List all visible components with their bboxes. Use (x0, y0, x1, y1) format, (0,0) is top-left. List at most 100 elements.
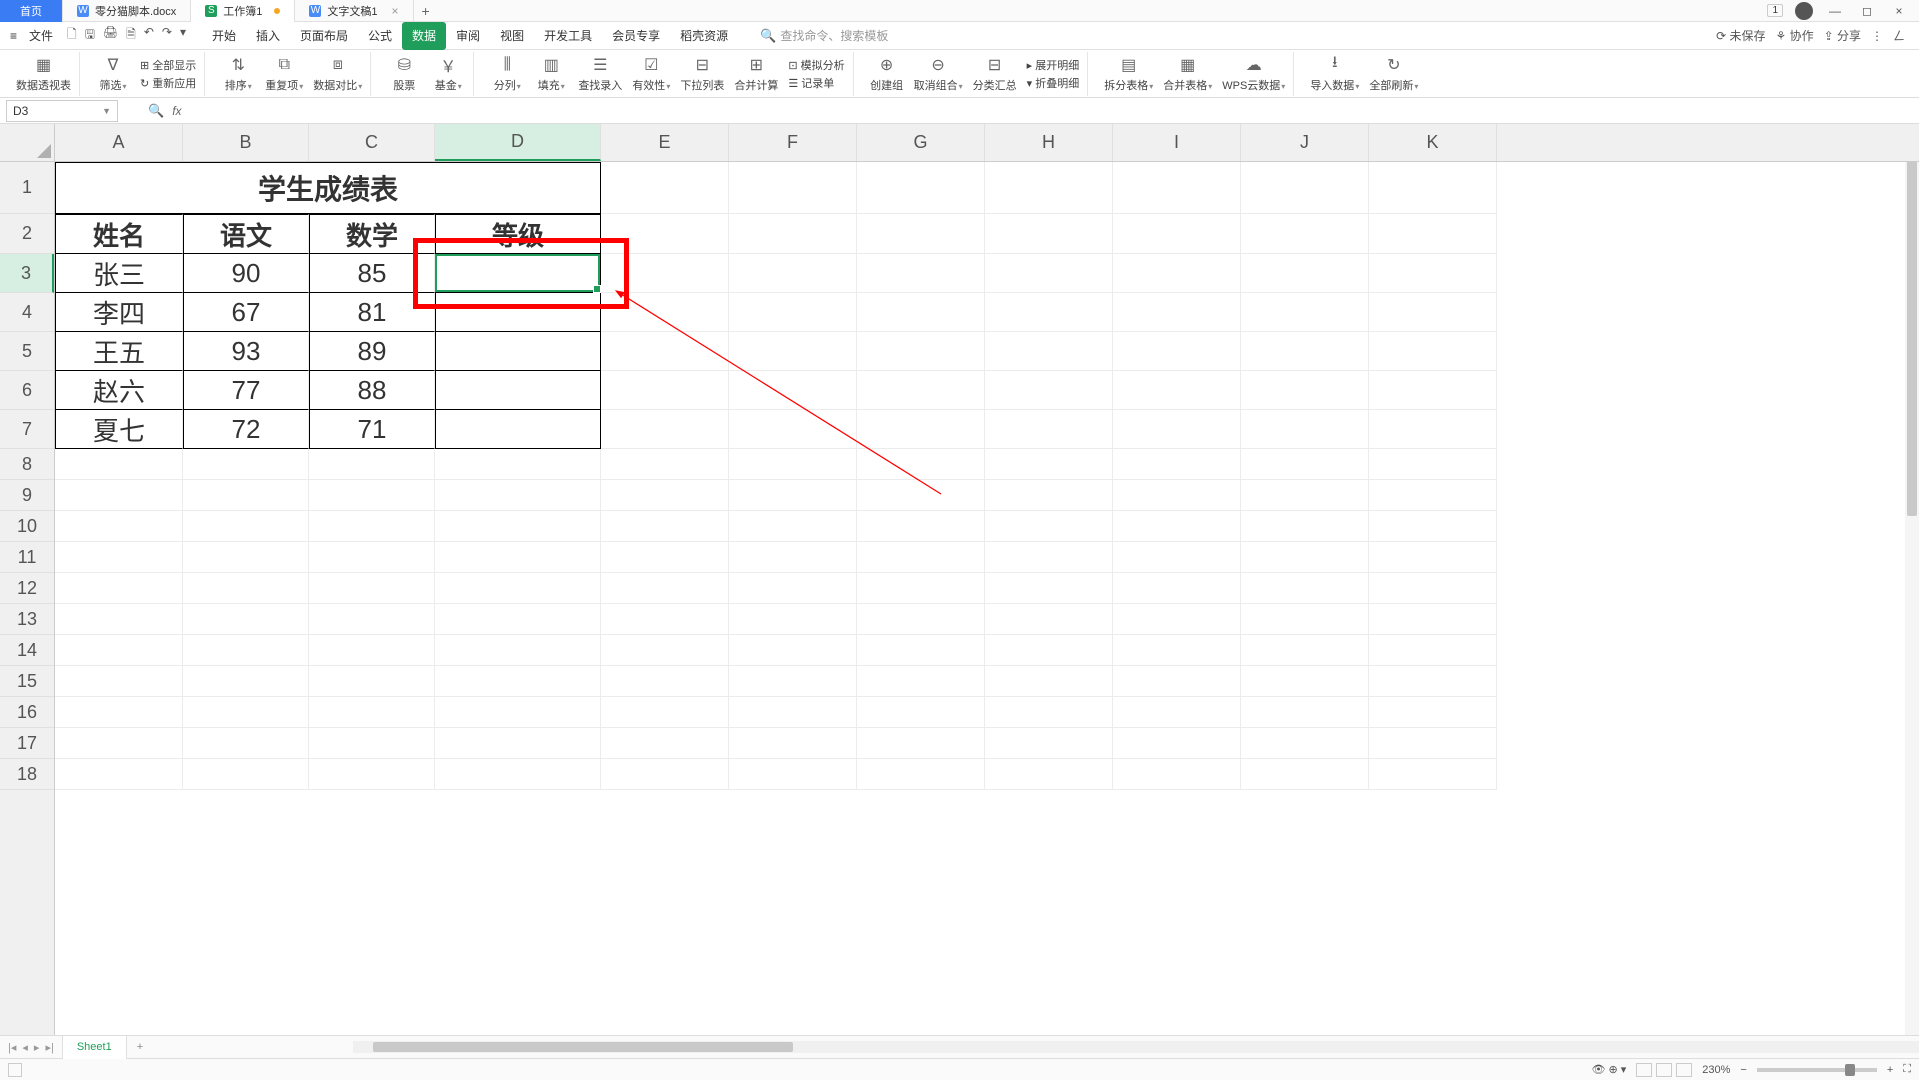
cell-C7[interactable]: 71 (309, 410, 435, 449)
cell-C2[interactable]: 数学 (309, 214, 435, 254)
text-to-columns-button[interactable]: ⫼分列 (490, 55, 524, 93)
redo-icon[interactable]: ↷ (162, 25, 172, 46)
cell-J14[interactable] (1241, 635, 1369, 666)
cell-I11[interactable] (1113, 542, 1241, 573)
column-header-G[interactable]: G (857, 124, 985, 161)
cell-A15[interactable] (55, 666, 183, 697)
row-header-9[interactable]: 9 (0, 480, 54, 511)
add-tab-button[interactable]: + (414, 3, 438, 19)
notification-badge[interactable]: 1 (1767, 4, 1783, 17)
consolidate-button[interactable]: ⊞合并计算 (734, 55, 778, 93)
cell-A3[interactable]: 张三 (55, 254, 183, 293)
cell-G14[interactable] (857, 635, 985, 666)
cell-K16[interactable] (1369, 697, 1497, 728)
zoom-value[interactable]: 230% (1702, 1064, 1730, 1076)
merge-tables-button[interactable]: ▦合并表格 (1163, 55, 1212, 93)
cell-H4[interactable] (985, 293, 1113, 332)
fx-icon[interactable]: fx (172, 104, 181, 118)
sheet-nav-last-icon[interactable]: ▸| (45, 1041, 53, 1054)
cell-A17[interactable] (55, 728, 183, 759)
cell-G6[interactable] (857, 371, 985, 410)
cell-H12[interactable] (985, 573, 1113, 604)
lookup-entry-button[interactable]: ☰查找录入 (578, 55, 622, 93)
cell-F16[interactable] (729, 697, 857, 728)
cell-A13[interactable] (55, 604, 183, 635)
collab-button[interactable]: ⚘ 协作 (1775, 27, 1813, 44)
cell-H15[interactable] (985, 666, 1113, 697)
menu-tab-layout[interactable]: 页面布局 (290, 22, 358, 50)
cell-G18[interactable] (857, 759, 985, 790)
filter-button[interactable]: ∇筛选 (96, 55, 130, 93)
name-box[interactable]: D3 ▼ (6, 100, 118, 122)
cell-D14[interactable] (435, 635, 601, 666)
cell-A16[interactable] (55, 697, 183, 728)
cell-F4[interactable] (729, 293, 857, 332)
column-header-D[interactable]: D (435, 124, 601, 161)
cell-E9[interactable] (601, 480, 729, 511)
cell-J12[interactable] (1241, 573, 1369, 604)
cell-E10[interactable] (601, 511, 729, 542)
cell-E1[interactable] (601, 162, 729, 214)
cell-D17[interactable] (435, 728, 601, 759)
cell-D5[interactable] (435, 332, 601, 371)
cell-H6[interactable] (985, 371, 1113, 410)
menu-tab-dev[interactable]: 开发工具 (534, 22, 602, 50)
cell-H11[interactable] (985, 542, 1113, 573)
cell-B13[interactable] (183, 604, 309, 635)
cell-B12[interactable] (183, 573, 309, 604)
doc-tab-2[interactable]: W 文字文稿1 × (295, 0, 413, 22)
cell-K6[interactable] (1369, 371, 1497, 410)
cell-I9[interactable] (1113, 480, 1241, 511)
cell-K13[interactable] (1369, 604, 1497, 635)
cell-J1[interactable] (1241, 162, 1369, 214)
row-header-15[interactable]: 15 (0, 666, 54, 697)
cell-G9[interactable] (857, 480, 985, 511)
expand-detail-button[interactable]: ▸ 展开明细 (1027, 57, 1080, 73)
menu-tab-insert[interactable]: 插入 (246, 22, 290, 50)
cell-C11[interactable] (309, 542, 435, 573)
menu-tab-resources[interactable]: 稻壳资源 (670, 22, 738, 50)
close-icon[interactable]: × (392, 4, 399, 18)
cell-I12[interactable] (1113, 573, 1241, 604)
stock-button[interactable]: ⛁股票 (387, 55, 421, 93)
cell-H1[interactable] (985, 162, 1113, 214)
cell-G13[interactable] (857, 604, 985, 635)
cell-I1[interactable] (1113, 162, 1241, 214)
cell-F7[interactable] (729, 410, 857, 449)
cell-D15[interactable] (435, 666, 601, 697)
print-icon[interactable]: 🖨 (103, 25, 118, 46)
cell-H17[interactable] (985, 728, 1113, 759)
cell-A11[interactable] (55, 542, 183, 573)
hamburger-icon[interactable]: ≡ (6, 29, 21, 43)
cell-K2[interactable] (1369, 214, 1497, 254)
cell-A8[interactable] (55, 449, 183, 480)
normal-view-icon[interactable] (1636, 1063, 1652, 1077)
cell-B4[interactable]: 67 (183, 293, 309, 332)
cell-A2[interactable]: 姓名 (55, 214, 183, 254)
row-header-2[interactable]: 2 (0, 214, 54, 254)
cell-F9[interactable] (729, 480, 857, 511)
cell-K15[interactable] (1369, 666, 1497, 697)
column-header-H[interactable]: H (985, 124, 1113, 161)
cell-E7[interactable] (601, 410, 729, 449)
cell-J6[interactable] (1241, 371, 1369, 410)
sort-button[interactable]: ⇅排序 (221, 55, 255, 93)
wps-cloud-button[interactable]: ☁WPS云数据 (1222, 55, 1285, 93)
cell-A9[interactable] (55, 480, 183, 511)
cell-G2[interactable] (857, 214, 985, 254)
cell-E15[interactable] (601, 666, 729, 697)
menu-tab-member[interactable]: 会员专享 (602, 22, 670, 50)
pivot-table-button[interactable]: ▦数据透视表 (16, 55, 71, 93)
cell-K18[interactable] (1369, 759, 1497, 790)
cell-I5[interactable] (1113, 332, 1241, 371)
cell-E18[interactable] (601, 759, 729, 790)
cell-E4[interactable] (601, 293, 729, 332)
cell-A1[interactable]: 学生成绩表 (55, 162, 601, 214)
cell-G15[interactable] (857, 666, 985, 697)
row-header-13[interactable]: 13 (0, 604, 54, 635)
cell-E2[interactable] (601, 214, 729, 254)
cell-I17[interactable] (1113, 728, 1241, 759)
cell-B6[interactable]: 77 (183, 371, 309, 410)
cell-G7[interactable] (857, 410, 985, 449)
magnify-icon[interactable]: 🔍 (148, 103, 164, 119)
